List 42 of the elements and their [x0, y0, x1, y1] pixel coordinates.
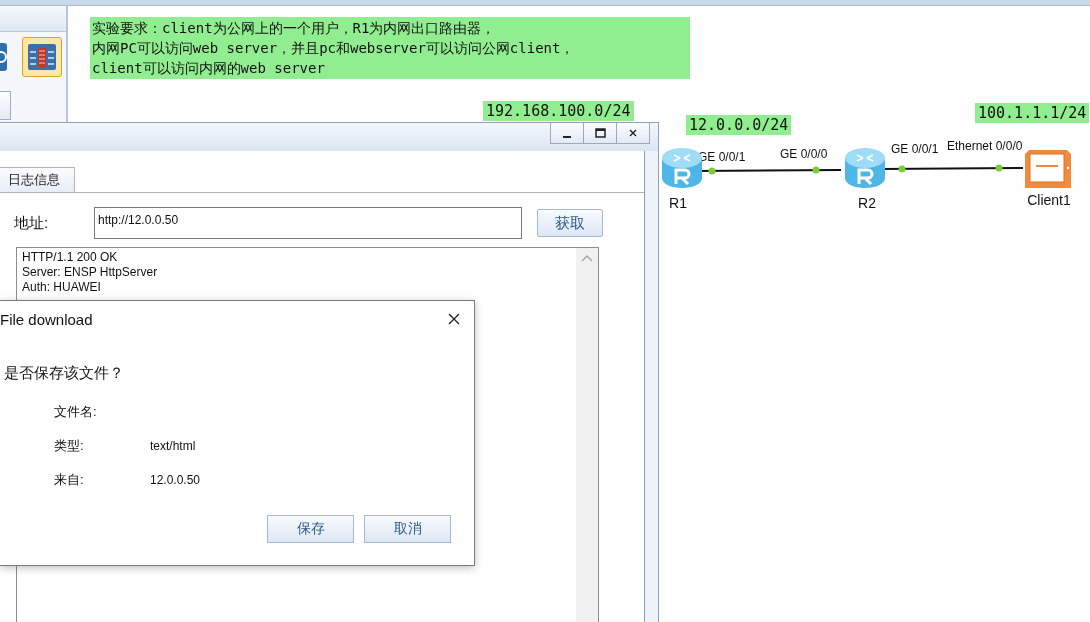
port-dot: [898, 165, 906, 173]
field-label: 类型:: [54, 437, 85, 455]
subnet-label: 12.0.0.0/24: [686, 115, 792, 135]
minimize-icon: [563, 136, 571, 138]
field-label: 来自:: [54, 471, 85, 489]
dialog-question: 是否保存该文件？: [4, 364, 125, 383]
field-label: 文件名:: [54, 403, 98, 421]
node-label: Client1: [1027, 192, 1071, 208]
dialog-title: File download: [0, 310, 93, 328]
minimize-button[interactable]: [550, 123, 584, 144]
port-dot: [812, 166, 820, 174]
panel-button[interactable]: [0, 91, 11, 120]
port-dot: [995, 164, 1003, 172]
response-line: Server: ENSP HttpServer: [22, 265, 159, 280]
subnet-label: 100.1.1.1/24: [975, 103, 1090, 123]
note-text: 实验要求：client为公网上的一个用户，R1为内网出口路由器， 内网PC可以访问web server，并且pc和webserver可以访问公网client， client可以访问内网的web server: [90, 17, 690, 79]
response-line: HTTP/1.1 200 OK: [22, 250, 119, 265]
port-label: Ethernet 0/0/0: [947, 139, 1023, 153]
scroll-up-icon[interactable]: [581, 254, 593, 262]
router-icon[interactable]: [843, 146, 887, 190]
device-button[interactable]: [22, 37, 62, 77]
dialog-button[interactable]: 取消: [364, 515, 451, 543]
field-value: text/html: [150, 439, 196, 453]
maximize-icon: [594, 128, 606, 138]
dialog-button[interactable]: 保存: [267, 515, 354, 543]
firewall-icon: [26, 41, 58, 73]
node-label: R2: [858, 195, 876, 211]
close-icon: [629, 129, 637, 137]
scrollbar[interactable]: [576, 248, 598, 622]
port-label: GE 0/0/0: [780, 147, 828, 161]
maximize-button[interactable]: [583, 123, 617, 144]
port-label: GE 0/0/1: [891, 142, 939, 156]
port-dot: [708, 167, 716, 175]
field-value: 12.0.0.50: [150, 473, 201, 487]
response-line: Auth: HUAWEI: [22, 280, 102, 295]
tab[interactable]: 日志信息: [0, 167, 75, 192]
address-label: 地址:: [14, 213, 50, 233]
subnet-label: 192.168.100.0/24: [483, 101, 634, 121]
fetch-button[interactable]: 获取: [537, 209, 603, 237]
close-icon[interactable]: [448, 313, 460, 325]
node-label: R1: [669, 195, 687, 211]
address-field[interactable]: http://12.0.0.50: [94, 207, 522, 239]
